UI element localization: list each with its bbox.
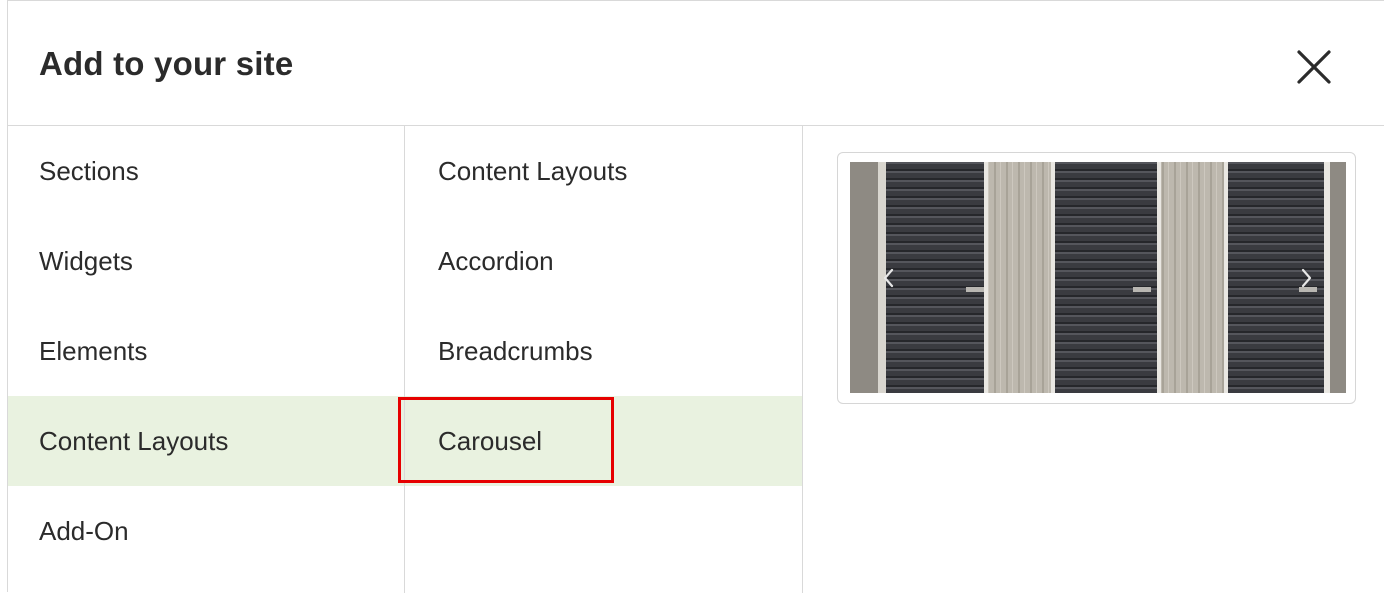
subitem-accordion[interactable]: Accordion bbox=[405, 216, 802, 306]
category-item-label: Widgets bbox=[39, 245, 133, 276]
subitem-content-layouts[interactable]: Content Layouts bbox=[405, 126, 802, 216]
close-icon bbox=[1297, 50, 1331, 84]
category-item-elements[interactable]: Elements bbox=[8, 306, 404, 396]
category-item-label: Sections bbox=[39, 155, 139, 186]
category-item-label: Add-On bbox=[39, 515, 129, 546]
subitem-label: Breadcrumbs bbox=[438, 335, 593, 366]
subitem-list: Content Layouts Accordion Breadcrumbs Ca… bbox=[398, 126, 803, 593]
category-list: Sections Widgets Elements Content Layout… bbox=[8, 126, 405, 593]
preview-pane bbox=[803, 126, 1384, 593]
category-item-add-on[interactable]: Add-On bbox=[8, 486, 404, 576]
carousel-preview-card[interactable] bbox=[837, 152, 1356, 404]
subitem-carousel[interactable]: Carousel bbox=[405, 396, 802, 486]
add-to-site-dialog: Add to your site Sections Widgets Elemen… bbox=[7, 0, 1384, 593]
subitem-label: Content Layouts bbox=[438, 155, 628, 186]
category-item-sections[interactable]: Sections bbox=[8, 126, 404, 216]
subitem-breadcrumbs[interactable]: Breadcrumbs bbox=[405, 306, 802, 396]
subitem-label: Accordion bbox=[438, 245, 554, 276]
dialog-title: Add to your site bbox=[39, 45, 294, 82]
dialog-header: Add to your site bbox=[8, 1, 1384, 126]
category-item-label: Elements bbox=[39, 335, 148, 366]
carousel-preview-image bbox=[850, 162, 1346, 393]
close-button[interactable] bbox=[1291, 44, 1337, 90]
category-item-content-layouts[interactable]: Content Layouts bbox=[8, 396, 404, 486]
category-item-label: Content Layouts bbox=[39, 425, 229, 456]
category-item-widgets[interactable]: Widgets bbox=[8, 216, 404, 306]
subitem-label: Carousel bbox=[438, 425, 543, 456]
